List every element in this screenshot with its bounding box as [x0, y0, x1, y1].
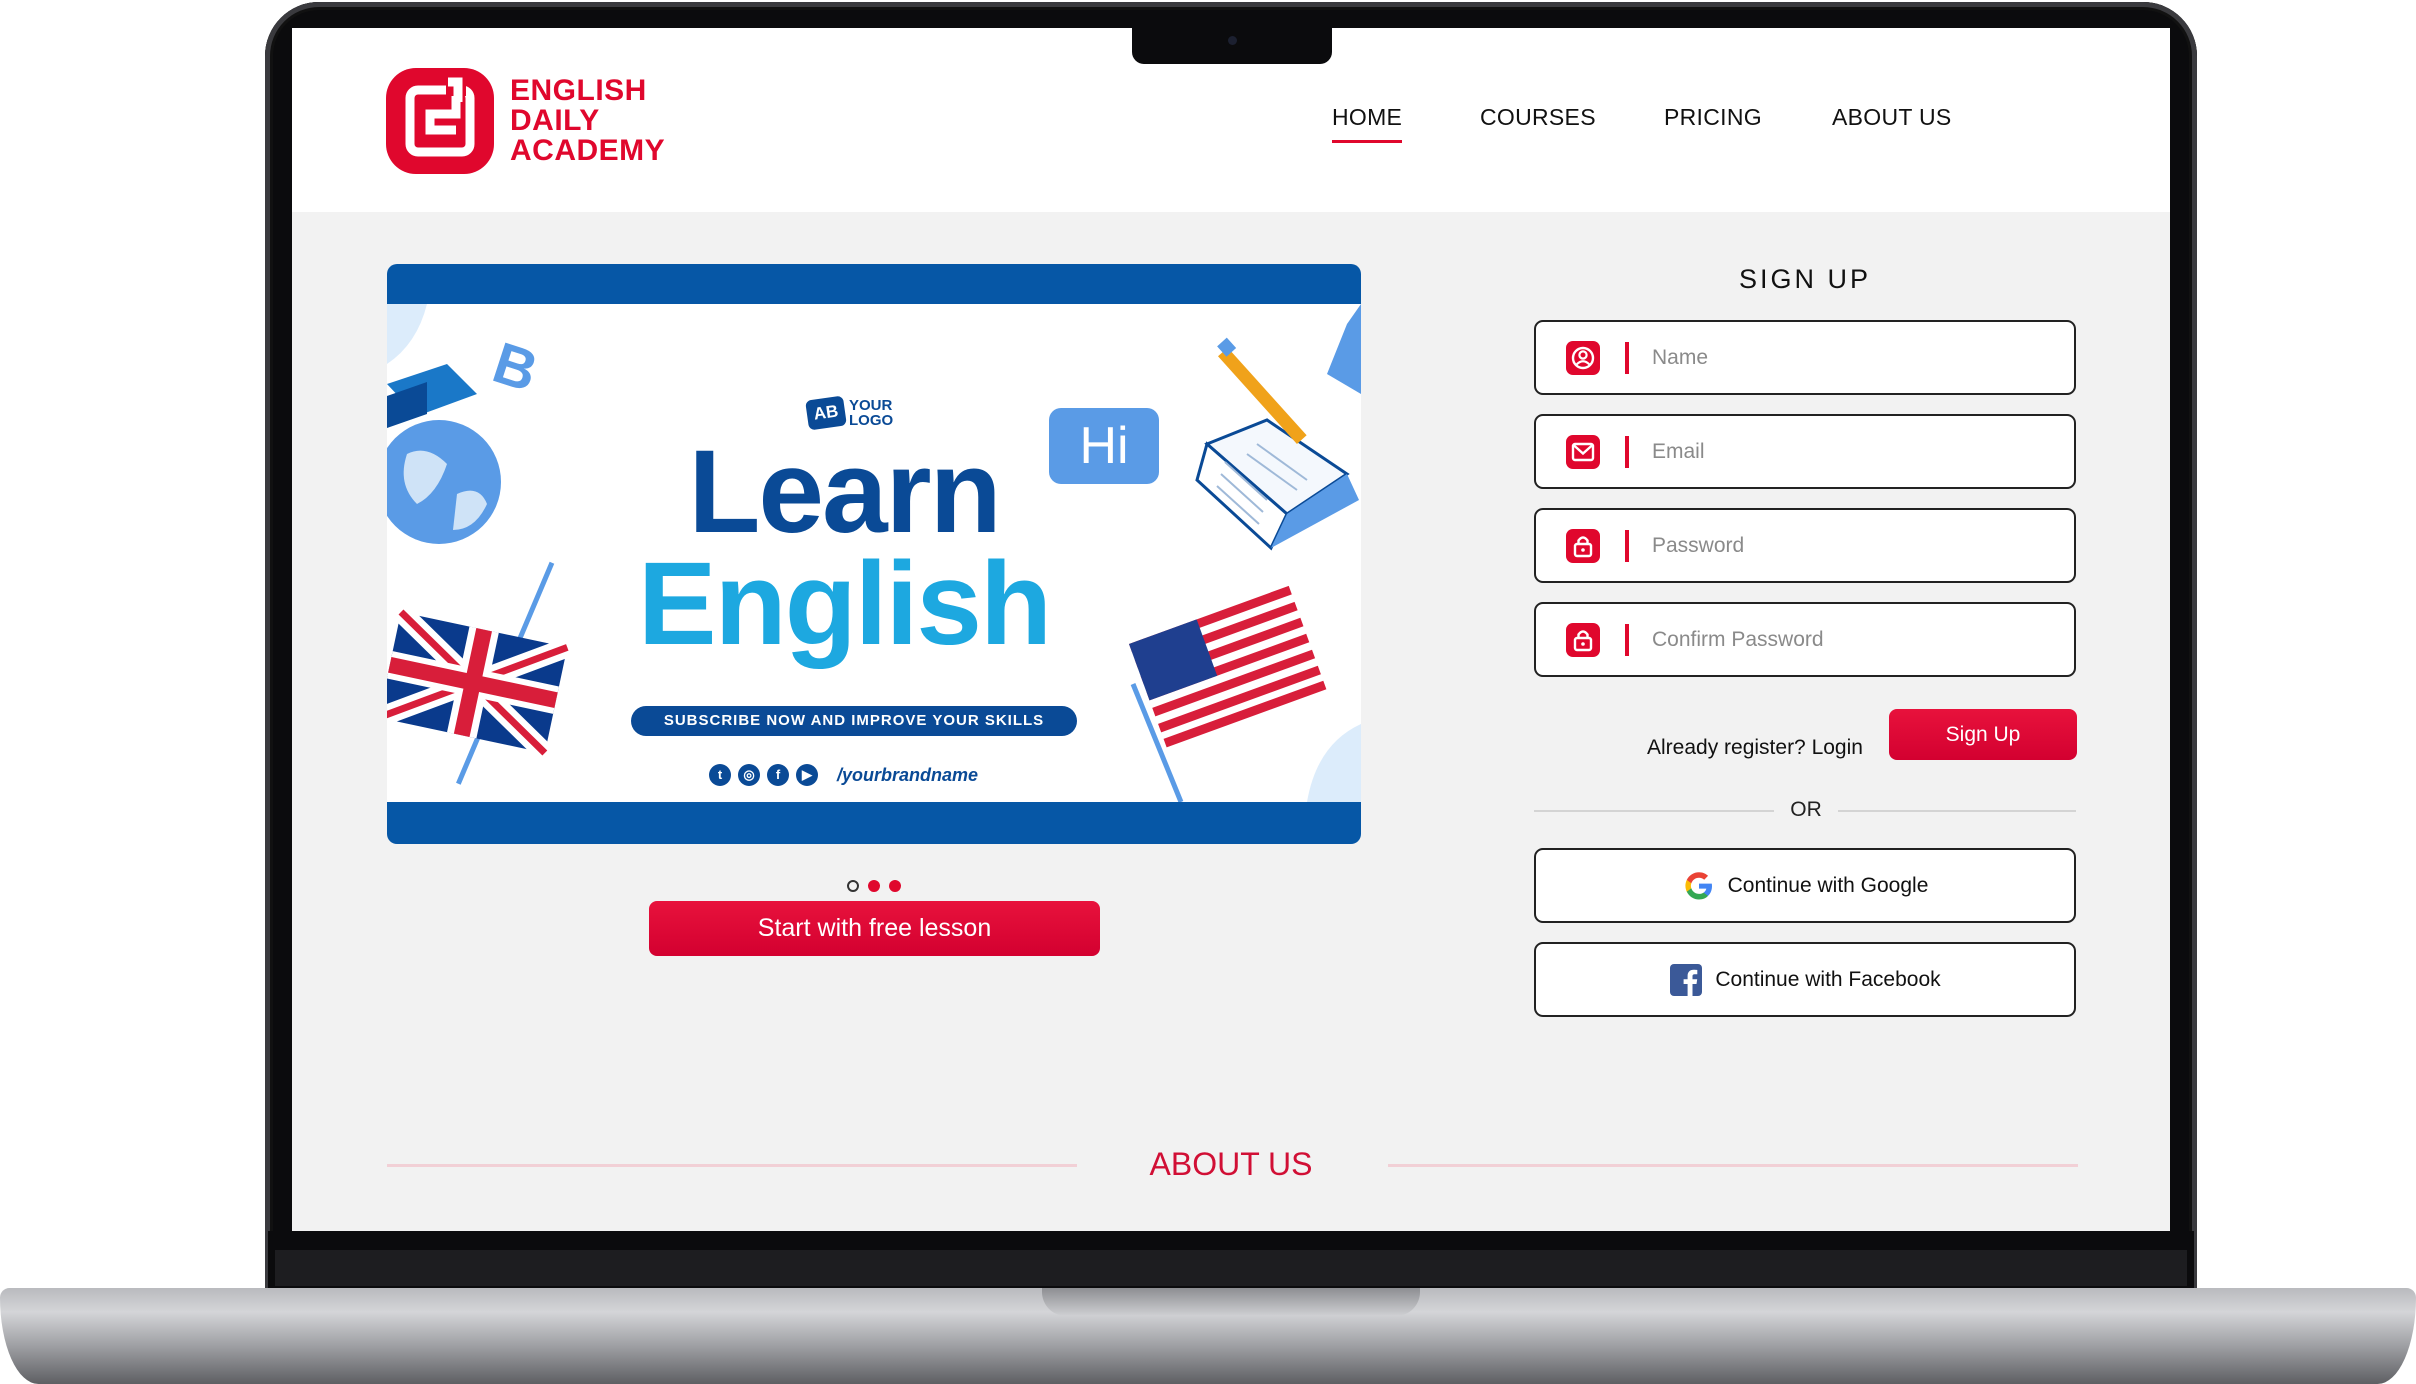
login-link[interactable]: Already register? Login [1647, 736, 1863, 760]
or-divider-left [1534, 810, 1774, 812]
banner-handle: /yourbrandname [837, 764, 979, 785]
nav-item-courses[interactable]: COURSES [1480, 104, 1596, 131]
google-icon [1682, 869, 1716, 903]
facebook-icon: f [767, 764, 789, 786]
hero-banner-carousel[interactable]: B AB YOUR LOGO Hi Learn English SUBSCRIB… [387, 264, 1361, 844]
camera-notch [1132, 26, 1332, 64]
mail-icon [1566, 435, 1600, 469]
carousel-dot-1[interactable] [847, 880, 859, 892]
password-field[interactable] [1534, 508, 2076, 583]
brand-name-line-3: ACADEMY [510, 134, 666, 167]
confirm-password-field[interactable] [1534, 602, 2076, 677]
name-input[interactable] [1652, 322, 2052, 393]
nav-item-home[interactable]: HOME [1332, 104, 1403, 143]
brand-name-line-1: ENGLISH [510, 74, 647, 107]
carousel-dot-2[interactable] [868, 880, 880, 892]
name-field[interactable] [1534, 320, 2076, 395]
nav-item-pricing[interactable]: PRICING [1664, 104, 1762, 131]
confirm-password-input[interactable] [1652, 604, 2052, 675]
lock-icon [1566, 529, 1600, 563]
or-divider-text: OR [1790, 798, 1822, 821]
or-divider-right [1838, 810, 2076, 812]
banner-top-stripe [387, 264, 1361, 304]
google-button-label: Continue with Google [1727, 873, 1929, 897]
laptop-screen: ENGLISH DAILY ACADEMY HOME COURSES PRICI… [292, 28, 2170, 1231]
banner-tagline: SUBSCRIBE NOW AND IMPROVE YOUR SKILLS [631, 706, 1077, 736]
continue-with-facebook-button[interactable]: Continue with Facebook [1534, 942, 2076, 1017]
camera-icon [1228, 36, 1237, 45]
laptop-hinge [275, 1250, 2187, 1286]
facebook-icon [1669, 963, 1703, 997]
email-input[interactable] [1652, 416, 2052, 487]
brand-name: ENGLISH DAILY ACADEMY [510, 76, 665, 166]
lock-icon [1566, 623, 1600, 657]
about-us-heading: ABOUT US [1149, 1146, 1313, 1182]
carousel-dot-3[interactable] [889, 880, 901, 892]
laptop-base-notch [1042, 1288, 1420, 1316]
user-icon [1566, 341, 1600, 375]
about-divider-left [387, 1164, 1077, 1167]
brand-name-line-2: DAILY [510, 104, 600, 137]
carousel-dots [847, 880, 910, 892]
email-field[interactable] [1534, 414, 2076, 489]
continue-with-google-button[interactable]: Continue with Google [1534, 848, 2076, 923]
signup-title: SIGN UP [1738, 264, 1872, 294]
password-input[interactable] [1652, 510, 2052, 581]
about-divider-right [1388, 1164, 2078, 1167]
banner-slide: B AB YOUR LOGO Hi Learn English SUBSCRIB… [387, 304, 1361, 802]
start-free-lesson-button[interactable]: Start with free lesson [649, 901, 1100, 956]
banner-headline-english: English [637, 538, 1052, 670]
ed-monogram-logo-icon [386, 68, 494, 174]
svg-text:B: B [485, 330, 545, 405]
youtube-icon: ▶ [796, 764, 818, 786]
instagram-icon: ◎ [738, 764, 760, 786]
sign-up-button[interactable]: Sign Up [1889, 709, 2077, 760]
field-separator [1625, 436, 1629, 468]
nav-item-about-us[interactable]: ABOUT US [1832, 104, 1952, 131]
field-separator [1625, 624, 1629, 656]
banner-bottom-stripe [387, 802, 1361, 844]
twitter-icon: t [709, 764, 731, 786]
field-separator [1625, 342, 1629, 374]
banner-social-row: t ◎ f ▶ /yourbrandname [709, 764, 978, 786]
facebook-button-label: Continue with Facebook [1715, 967, 1941, 991]
field-separator [1625, 530, 1629, 562]
brand-logo[interactable]: ENGLISH DAILY ACADEMY [386, 68, 665, 174]
